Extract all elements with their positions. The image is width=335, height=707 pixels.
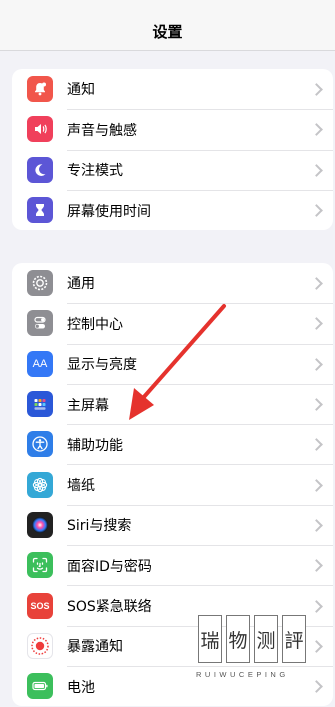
row-content: Siri与搜索: [67, 504, 333, 545]
settings-row[interactable]: 辅助功能: [12, 424, 333, 464]
row-content: 通知: [67, 69, 333, 109]
face-id-icon: [27, 552, 53, 579]
wallpaper-flower-icon: [27, 471, 53, 498]
exposure-icon: [27, 632, 53, 659]
settings-row-label: 显示与亮度: [67, 357, 137, 374]
gear-icon: [27, 270, 53, 297]
battery-icon: [27, 673, 53, 700]
row-content: 墙纸: [67, 464, 333, 504]
settings-row-label: 通用: [67, 276, 95, 293]
settings-row-label: 辅助功能: [67, 437, 123, 454]
row-content: 专注模式: [67, 149, 333, 190]
row-content: 通用: [67, 263, 333, 303]
notifications-icon: [27, 76, 53, 103]
chevron-right-icon: [310, 317, 323, 331]
chevron-right-icon: [310, 398, 323, 411]
chevron-right-icon: [310, 680, 323, 693]
sos-icon: SOS: [27, 592, 53, 619]
settings-row-label: 电池: [67, 679, 95, 696]
row-content: 声音与触感: [67, 109, 333, 149]
settings-row[interactable]: 墙纸: [12, 464, 333, 504]
sound-icon: [27, 116, 53, 143]
icon-glyph: SOS: [30, 600, 50, 611]
settings-row[interactable]: 声音与触感: [12, 109, 333, 149]
settings-row[interactable]: 通知: [12, 69, 333, 109]
icon-glyph: AA: [32, 357, 48, 370]
display-aa-icon: AA: [27, 350, 53, 377]
settings-row-label: 屏幕使用时间: [67, 203, 151, 220]
siri-icon: [27, 511, 53, 538]
settings-row-label: 专注模式: [67, 163, 123, 180]
settings-row[interactable]: Siri与搜索: [12, 504, 333, 545]
watermark-char: 测: [254, 615, 278, 663]
settings-row-label: 墙纸: [67, 478, 95, 495]
chevron-right-icon: [310, 276, 323, 290]
settings-row[interactable]: 主屏幕: [12, 383, 333, 424]
watermark-char: 物: [226, 615, 250, 663]
settings-row[interactable]: 通用: [12, 263, 333, 303]
chevron-right-icon: [310, 204, 323, 217]
chevron-right-icon: [310, 519, 323, 532]
chevron-right-icon: [310, 559, 323, 573]
settings-row[interactable]: 屏幕使用时间: [12, 189, 333, 230]
chevron-right-icon: [310, 438, 323, 452]
settings-row[interactable]: 面容ID与密码: [12, 545, 333, 585]
settings-row-label: 控制中心: [67, 316, 123, 333]
watermark-subtitle: RUIWUCEPING: [196, 670, 289, 679]
row-content: 屏幕使用时间: [67, 189, 333, 230]
settings-row-label: 声音与触感: [67, 122, 137, 139]
page-title: 设置: [152, 22, 183, 41]
row-content: 辅助功能: [67, 424, 333, 464]
chevron-right-icon: [310, 357, 323, 371]
hourglass-icon: [27, 197, 53, 224]
settings-row[interactable]: 控制中心: [12, 303, 333, 343]
settings-row-label: 通知: [67, 82, 95, 99]
row-content: 显示与亮度: [67, 343, 333, 384]
settings-row[interactable]: AA 显示与亮度: [12, 343, 333, 384]
settings-row[interactable]: 专注模式: [12, 149, 333, 190]
settings-row-label: SOS紧急联络: [67, 599, 152, 616]
watermark-char: 瑞: [198, 615, 222, 663]
chevron-right-icon: [310, 163, 323, 177]
row-content: 面容ID与密码: [67, 545, 333, 585]
settings-group-1: 通知声音与触感专注模式屏幕使用时间: [12, 69, 333, 231]
home-screen-icon: [27, 391, 53, 418]
control-center-icon: [27, 310, 53, 337]
chevron-right-icon: [310, 599, 323, 613]
row-content: 控制中心: [67, 303, 333, 343]
nav-bar: 设置: [0, 0, 335, 51]
settings-row-label: 主屏幕: [67, 397, 109, 414]
chevron-right-icon: [310, 639, 323, 653]
settings-row-label: 面容ID与密码: [67, 558, 152, 575]
settings-row-label: 暴露通知: [67, 639, 123, 656]
chevron-right-icon: [310, 123, 323, 137]
focus-moon-icon: [27, 156, 53, 183]
row-content: 主屏幕: [67, 383, 333, 424]
chevron-right-icon: [310, 478, 323, 492]
watermark-char: 評: [282, 615, 306, 663]
settings-row-label: Siri与搜索: [67, 518, 132, 535]
chevron-right-icon: [310, 82, 323, 96]
accessibility-icon: [27, 431, 53, 458]
watermark: 瑞 物 测 評 RUIWUCEPING: [196, 615, 306, 690]
